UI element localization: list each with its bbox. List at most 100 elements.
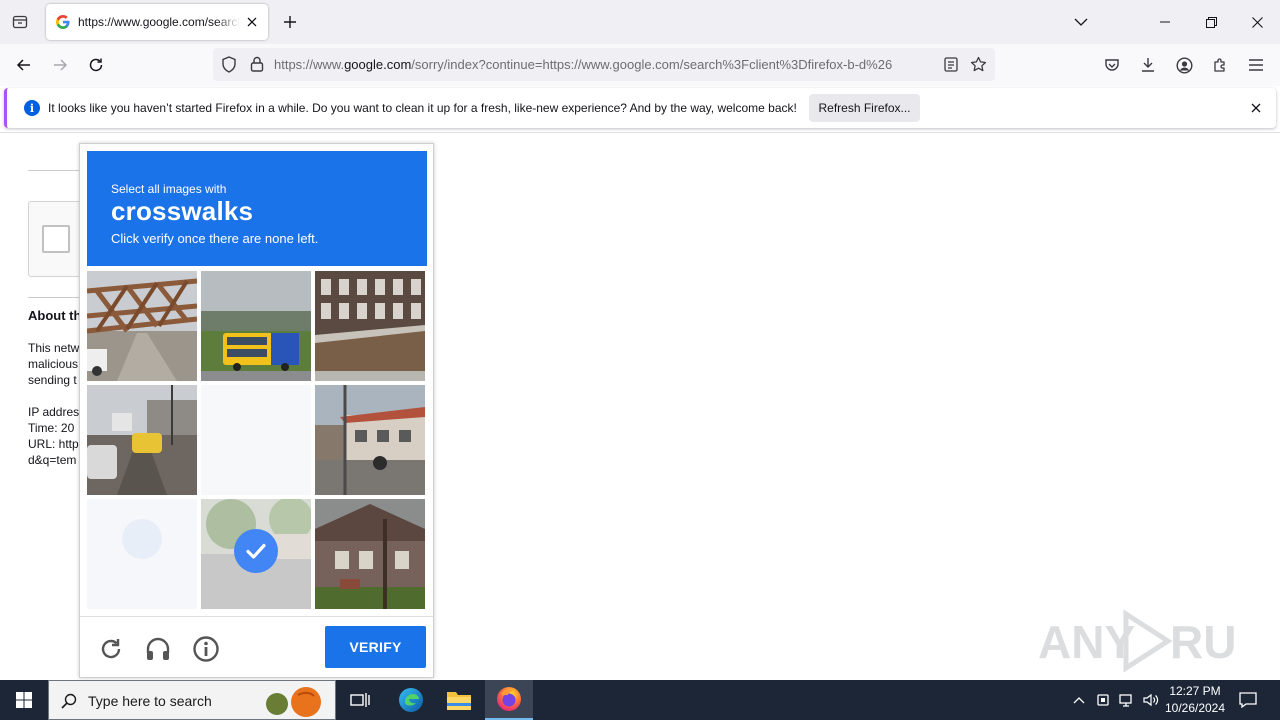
info-line: IP addres	[28, 405, 80, 419]
url-path: /sorry/index?continue=https://www.google…	[411, 57, 893, 72]
tab-close-button[interactable]	[240, 10, 264, 34]
network-button[interactable]	[1116, 680, 1138, 720]
headphones-icon	[146, 637, 170, 660]
minimize-icon	[1160, 21, 1170, 23]
notification-close-button[interactable]	[1246, 98, 1266, 118]
reader-view-icon[interactable]	[944, 57, 958, 72]
firefox-icon	[497, 687, 521, 711]
chevron-up-icon	[1073, 697, 1085, 704]
about-paragraph-line: This netw	[28, 341, 80, 355]
image-tile[interactable]	[87, 385, 197, 495]
device-icon	[1097, 694, 1109, 706]
plus-icon	[284, 16, 296, 28]
navigation-toolbar: https://www.google.com/sorry/index?conti…	[0, 44, 1280, 86]
app-menu-button[interactable]	[1242, 51, 1270, 79]
close-icon	[1251, 103, 1261, 113]
pocket-button[interactable]	[1098, 51, 1126, 79]
task-view-icon	[350, 693, 370, 707]
reload-button[interactable]	[82, 51, 110, 79]
challenge-header: Select all images with crosswalks Click …	[87, 151, 427, 266]
refresh-firefox-button[interactable]: Refresh Firefox...	[809, 94, 920, 122]
house-image	[315, 499, 425, 609]
tab-google-search[interactable]: https://www.google.com/search?client=fir…	[46, 4, 268, 40]
shield-icon[interactable]	[221, 56, 237, 73]
url-text[interactable]: https://www.google.com/sorry/index?conti…	[274, 57, 939, 72]
recaptcha-checkbox[interactable]	[42, 225, 70, 253]
reload-challenge-button[interactable]	[95, 633, 127, 665]
back-button[interactable]	[10, 51, 38, 79]
svg-text:ANY: ANY	[1038, 616, 1135, 668]
list-all-tabs-button[interactable]	[1058, 0, 1104, 44]
image-grid	[87, 271, 429, 613]
taskbar-clock[interactable]: 12:27 PM 10/26/2024	[1160, 683, 1230, 717]
bookmark-star-icon[interactable]	[970, 56, 987, 73]
challenge-target: crosswalks	[111, 196, 254, 226]
image-tile[interactable]	[87, 271, 197, 381]
url-host: google.com	[344, 57, 412, 72]
task-view-button[interactable]	[336, 680, 384, 720]
refresh-firefox-notification: i It looks like you haven’t started Fire…	[4, 88, 1276, 128]
about-paragraph-line: malicious	[28, 357, 79, 371]
file-explorer-taskbar-button[interactable]	[435, 680, 483, 720]
close-icon	[1251, 16, 1263, 28]
bus-image	[201, 271, 311, 381]
firefox-view-icon	[12, 15, 28, 29]
street-houses-image	[315, 385, 425, 495]
url-scheme: https://www.	[274, 57, 345, 72]
image-tile[interactable]	[87, 499, 197, 609]
show-hidden-icons-button[interactable]	[1068, 680, 1090, 720]
new-tab-button[interactable]	[278, 10, 302, 34]
search-icon	[61, 693, 77, 709]
image-tile[interactable]	[201, 385, 311, 495]
clock-date: 10/26/2024	[1164, 701, 1226, 715]
volume-button[interactable]	[1140, 680, 1162, 720]
extensions-button[interactable]	[1206, 51, 1234, 79]
edge-icon	[399, 688, 423, 712]
notifications-button[interactable]	[1234, 680, 1262, 720]
image-tile-selected[interactable]	[201, 499, 311, 609]
lock-icon[interactable]	[250, 56, 264, 72]
reload-icon	[101, 639, 121, 659]
verify-button[interactable]: VERIFY	[325, 626, 426, 668]
info-line: Time: 20	[28, 421, 75, 435]
address-bar[interactable]: https://www.google.com/sorry/index?conti…	[213, 48, 995, 81]
puzzle-icon	[1214, 58, 1225, 72]
windows-taskbar: Type here to search 12:27 PM 10/26/2024	[0, 680, 1280, 720]
image-tile[interactable]	[315, 271, 425, 381]
street-taxi-image	[87, 385, 197, 495]
hamburger-menu-icon	[1249, 59, 1263, 71]
downloads-button[interactable]	[1134, 51, 1162, 79]
minimize-button[interactable]	[1142, 0, 1188, 44]
about-heading: About th	[28, 308, 82, 323]
restore-button[interactable]	[1188, 0, 1234, 44]
account-button[interactable]	[1170, 51, 1198, 79]
info-icon	[193, 636, 219, 662]
tab-title: https://www.google.com/search?client=fir…	[78, 15, 240, 29]
edge-taskbar-button[interactable]	[387, 680, 435, 720]
firefox-taskbar-button[interactable]	[485, 680, 533, 720]
bridge-image	[87, 271, 197, 381]
forward-button[interactable]	[46, 51, 74, 79]
account-icon	[1175, 56, 1193, 74]
windows-logo-icon	[16, 692, 32, 708]
info-line: URL: http	[28, 437, 79, 451]
image-tile[interactable]	[201, 271, 311, 381]
pocket-icon	[1105, 59, 1119, 71]
taskbar-search-box[interactable]: Type here to search	[48, 680, 336, 720]
recaptcha-challenge: Select all images with crosswalks Click …	[79, 143, 434, 678]
start-button[interactable]	[0, 680, 48, 720]
svg-text:RUN: RUN	[1170, 616, 1238, 668]
info-line: d&q=tem	[28, 453, 77, 467]
audio-challenge-button[interactable]	[142, 633, 174, 665]
close-window-button[interactable]	[1234, 0, 1280, 44]
tab-strip: https://www.google.com/search?client=fir…	[0, 0, 1280, 44]
firefox-view-button[interactable]	[8, 10, 32, 34]
image-tile[interactable]	[315, 385, 425, 495]
tray-device-button[interactable]	[1092, 680, 1114, 720]
help-button[interactable]	[190, 633, 222, 665]
network-icon	[1119, 694, 1132, 707]
selected-check-icon	[234, 529, 278, 573]
search-placeholder: Type here to search	[88, 693, 212, 709]
image-tile[interactable]	[315, 499, 425, 609]
about-paragraph-line: sending t	[28, 373, 77, 387]
